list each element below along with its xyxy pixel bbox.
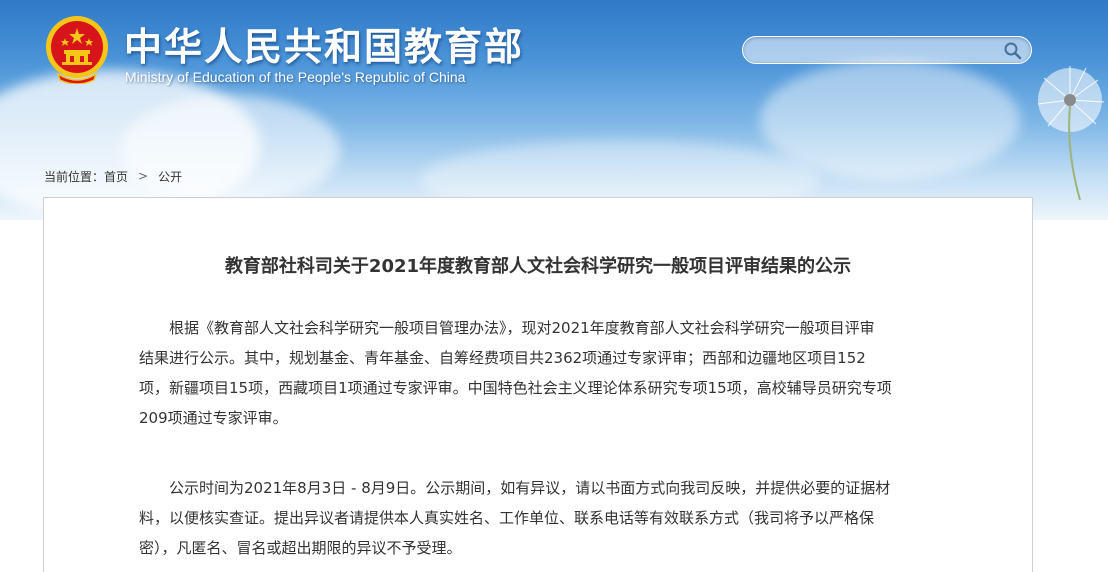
site-title[interactable]: 中华人民共和国教育部 bbox=[124, 16, 524, 71]
paragraph-line: 料，以便核实查证。提出异议者请提供本人真实姓名、工作单位、联系电话等有效联系方式… bbox=[139, 509, 875, 527]
paragraph-line: 209项通过专家评审。 bbox=[139, 409, 288, 427]
breadcrumb-current-link[interactable]: 公开 bbox=[158, 168, 182, 185]
breadcrumb-home-link[interactable]: 首页 bbox=[104, 168, 128, 185]
dandelion-decoration bbox=[1037, 66, 1105, 200]
paragraph-line: 公示时间为2021年8月3日 - 8月9日。公示期间，如有异议，请以书面方式向我… bbox=[169, 479, 891, 497]
cloud-decoration bbox=[120, 95, 340, 205]
search-icon[interactable] bbox=[1003, 41, 1023, 61]
header-banner: 中华人民共和国教育部 Ministry of Education of the … bbox=[0, 0, 1108, 220]
paragraph-line: 密），凡匿名、冒名或超出期限的异议不予受理。 bbox=[139, 539, 462, 557]
article-paragraph-2: 公示时间为2021年8月3日 - 8月9日。公示期间，如有异议，请以书面方式向我… bbox=[139, 473, 939, 563]
breadcrumb: 当前位置： 首页 > 公开 bbox=[44, 168, 182, 184]
paragraph-line: 结果进行公示。其中，规划基金、青年基金、自筹经费项目共2362项通过专家评审；西… bbox=[139, 349, 866, 367]
paragraph-line: 项，新疆项目15项，西藏项目1项通过专家评审。中国特色社会主义理论体系研究专项1… bbox=[139, 379, 892, 397]
article-paragraph-1: 根据《教育部人文社会科学研究一般项目管理办法》，现对2021年度教育部人文社会科… bbox=[139, 313, 939, 433]
national-emblem-icon[interactable] bbox=[44, 14, 110, 84]
breadcrumb-separator: > bbox=[138, 169, 149, 183]
breadcrumb-prefix: 当前位置： bbox=[44, 169, 105, 184]
article-title: 教育部社科司关于2021年度教育部人文社会科学研究一般项目评审结果的公示 bbox=[224, 256, 852, 277]
search-box[interactable] bbox=[742, 36, 1032, 64]
paragraph-line: 根据《教育部人文社会科学研究一般项目管理办法》，现对2021年度教育部人文社会科… bbox=[169, 319, 875, 337]
article-panel: 教育部社科司关于2021年度教育部人文社会科学研究一般项目评审结果的公示 根据《… bbox=[43, 197, 1033, 572]
site-subtitle: Ministry of Education of the People's Re… bbox=[125, 69, 466, 85]
search-input[interactable] bbox=[755, 40, 995, 60]
